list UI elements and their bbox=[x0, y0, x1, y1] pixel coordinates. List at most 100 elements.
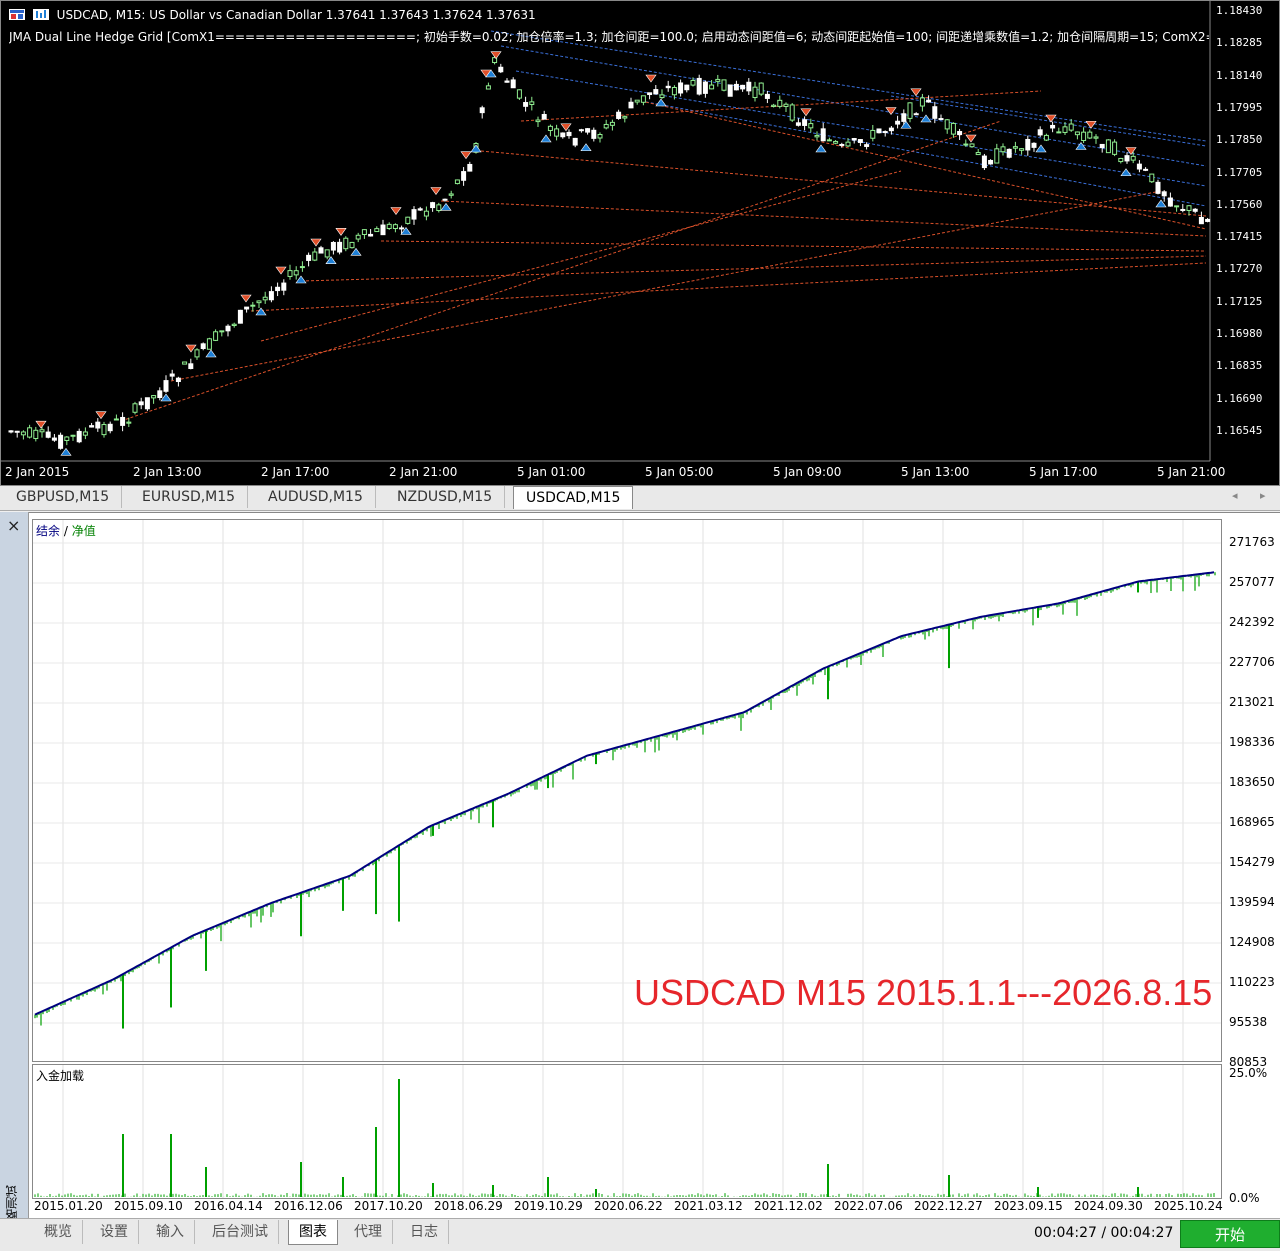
equity-tick: 95538 bbox=[1229, 1015, 1268, 1029]
candle-body bbox=[541, 114, 547, 120]
candle-body bbox=[938, 118, 944, 121]
tab-graph[interactable]: 图表 bbox=[288, 1220, 338, 1245]
candle-body bbox=[504, 80, 510, 83]
candle-body bbox=[696, 77, 702, 95]
candle-body bbox=[361, 229, 367, 235]
candle-body bbox=[132, 403, 138, 413]
price-tick: 1.17850 bbox=[1216, 133, 1263, 147]
scroll-right-icon[interactable]: ▸ bbox=[1260, 489, 1266, 502]
close-icon[interactable]: × bbox=[7, 516, 20, 535]
tab-settings[interactable]: 设置 bbox=[90, 1220, 139, 1244]
candle-body bbox=[771, 104, 777, 107]
candle-body bbox=[262, 296, 268, 301]
candle-body bbox=[702, 81, 708, 94]
equity-tick: 271763 bbox=[1229, 535, 1275, 549]
equity-tick: 124908 bbox=[1229, 935, 1275, 949]
candle-body bbox=[1043, 134, 1049, 141]
candle-body bbox=[901, 113, 907, 122]
candle-body bbox=[113, 418, 119, 421]
candle-body bbox=[126, 421, 132, 424]
candle-body bbox=[448, 193, 454, 196]
sell-arrow-icon bbox=[240, 294, 252, 303]
candle-body bbox=[231, 323, 237, 327]
tab-nzdusd[interactable]: NZDUSD,M15 bbox=[385, 486, 506, 508]
price-tick: 1.17705 bbox=[1216, 165, 1263, 179]
candle-body bbox=[529, 101, 535, 105]
candle-body bbox=[306, 254, 312, 261]
candle-body bbox=[485, 85, 491, 90]
tab-overview[interactable]: 概览 bbox=[34, 1220, 83, 1244]
date-tick: 2016.12.06 bbox=[274, 1199, 343, 1213]
candle-body bbox=[89, 425, 95, 428]
equity-tick: 242392 bbox=[1229, 615, 1275, 629]
equity-tick: 110223 bbox=[1229, 975, 1275, 989]
candle-body bbox=[950, 122, 956, 135]
candle-body bbox=[268, 291, 274, 301]
candle-body bbox=[206, 338, 212, 350]
tab-audusd[interactable]: AUDUSD,M15 bbox=[256, 486, 376, 508]
sell-arrow-icon bbox=[335, 228, 347, 236]
candle-body bbox=[851, 138, 857, 141]
candle-body bbox=[1087, 131, 1093, 139]
candle-body bbox=[1143, 168, 1149, 171]
candle-body bbox=[343, 237, 349, 250]
candle-body bbox=[169, 373, 175, 377]
buy-arrow-icon bbox=[295, 275, 307, 284]
sell-grid-line bbox=[480, 150, 1207, 217]
candle-body bbox=[312, 251, 318, 261]
date-tick: 2022.07.06 bbox=[834, 1199, 903, 1213]
price-chart[interactable]: USDCAD, M15: US Dollar vs Canadian Dolla… bbox=[0, 0, 1280, 486]
sell-arrow-icon bbox=[965, 134, 977, 143]
time-tick: 5 Jan 01:00 bbox=[517, 465, 586, 479]
tab-agents[interactable]: 代理 bbox=[344, 1220, 393, 1244]
tab-eurusd[interactable]: EURUSD,M15 bbox=[130, 486, 249, 508]
candle-body bbox=[746, 81, 752, 92]
candle-body bbox=[188, 363, 194, 369]
time-tick: 5 Jan 21:00 bbox=[1157, 465, 1226, 479]
candle-body bbox=[8, 430, 14, 433]
candle-body bbox=[1180, 208, 1186, 211]
candle-body bbox=[709, 84, 715, 90]
candle-body bbox=[585, 128, 591, 133]
time-tick: 5 Jan 13:00 bbox=[901, 465, 970, 479]
candle-body bbox=[14, 430, 20, 433]
candle-body bbox=[423, 210, 429, 217]
tab-journal[interactable]: 日志 bbox=[400, 1220, 449, 1244]
tab-usdcad[interactable]: USDCAD,M15 bbox=[513, 486, 634, 509]
candle-body bbox=[882, 131, 888, 134]
candle-body bbox=[144, 397, 150, 410]
candle-body bbox=[1205, 218, 1211, 222]
candle-body bbox=[988, 159, 994, 165]
candle-body bbox=[1093, 136, 1099, 139]
tab-inputs[interactable]: 输入 bbox=[146, 1220, 195, 1244]
buy-arrow-icon bbox=[470, 144, 482, 153]
candle-body bbox=[33, 429, 39, 440]
candle-body bbox=[647, 92, 653, 96]
candle-body bbox=[1006, 148, 1012, 158]
buy-arrow-icon bbox=[815, 144, 827, 153]
candle-body bbox=[1112, 141, 1118, 155]
tab-backtest[interactable]: 后台测试 bbox=[202, 1220, 279, 1244]
candle-body bbox=[39, 429, 45, 433]
time-tick: 5 Jan 17:00 bbox=[1029, 465, 1098, 479]
candle-body bbox=[653, 89, 659, 95]
scroll-left-icon[interactable]: ◂ bbox=[1232, 489, 1238, 502]
candle-body bbox=[200, 343, 206, 349]
date-tick: 2022.12.27 bbox=[914, 1199, 983, 1213]
buy-arrow-icon bbox=[255, 307, 267, 316]
candle-body bbox=[27, 427, 33, 438]
deposit-load-canvas bbox=[34, 1065, 1215, 1198]
start-button[interactable]: 开始 bbox=[1180, 1220, 1280, 1248]
candle-body bbox=[45, 431, 51, 438]
sell-arrow-icon bbox=[390, 207, 402, 216]
candle-body bbox=[1198, 216, 1204, 225]
price-tick: 1.16545 bbox=[1216, 423, 1263, 437]
sell-arrow-icon bbox=[1045, 114, 1057, 123]
candle-body bbox=[293, 270, 299, 276]
buy-arrow-icon bbox=[655, 98, 667, 107]
candle-body bbox=[58, 434, 64, 449]
candle-body bbox=[783, 103, 789, 107]
period-overlay: USDCAD M15 2015.1.1---2026.8.15 bbox=[634, 972, 1213, 1013]
tab-gbpusd[interactable]: GBPUSD,M15 bbox=[4, 486, 123, 508]
candle-body bbox=[70, 434, 76, 437]
